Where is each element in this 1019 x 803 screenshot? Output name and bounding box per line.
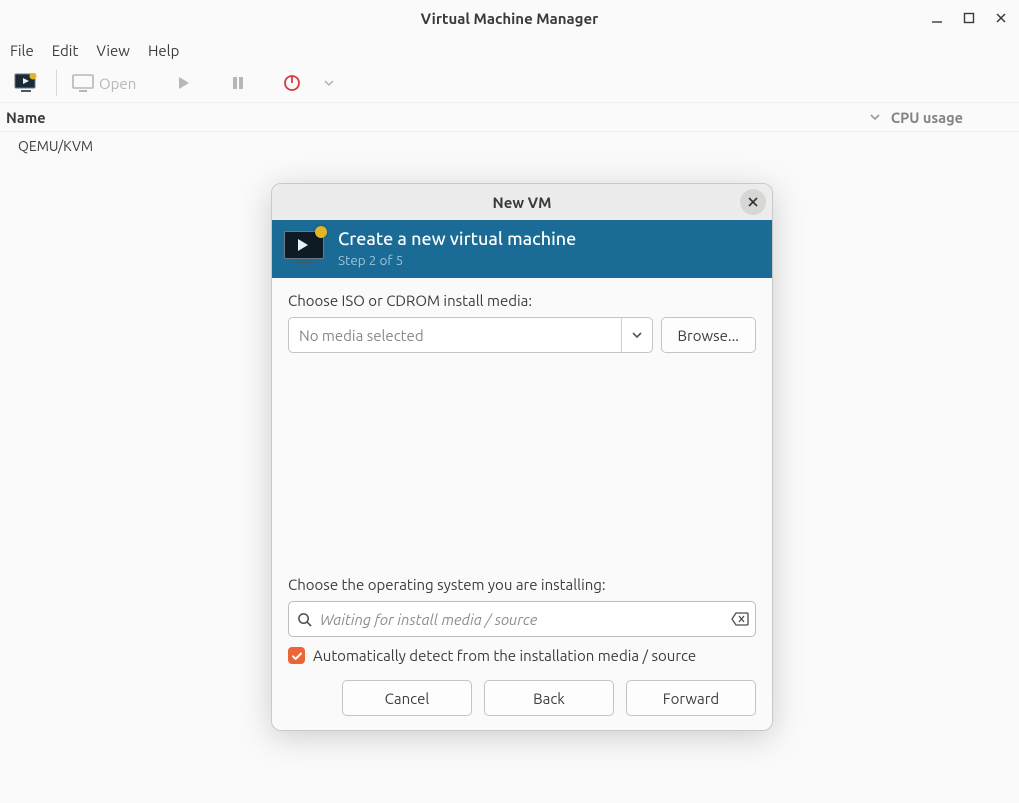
media-combo-arrow[interactable] bbox=[621, 318, 652, 352]
run-button[interactable] bbox=[164, 68, 204, 98]
window-title: Virtual Machine Manager bbox=[421, 10, 599, 27]
banner-step: Step 2 of 5 bbox=[338, 252, 576, 268]
titlebar: Virtual Machine Manager bbox=[0, 0, 1019, 36]
close-icon bbox=[747, 196, 759, 208]
check-icon bbox=[291, 650, 303, 662]
column-header-name[interactable]: Name bbox=[6, 109, 869, 126]
menubar: File Edit View Help bbox=[0, 36, 1019, 64]
browse-button[interactable]: Browse... bbox=[661, 317, 756, 353]
vm-list-header: Name CPU usage bbox=[0, 102, 1019, 132]
backspace-clear-icon[interactable] bbox=[731, 612, 749, 626]
toolbar: Open bbox=[0, 64, 1019, 102]
os-search[interactable] bbox=[288, 601, 756, 637]
minimize-button[interactable] bbox=[923, 4, 951, 32]
maximize-button[interactable] bbox=[955, 4, 983, 32]
open-vm-button[interactable]: Open bbox=[67, 68, 140, 98]
connection-row[interactable]: QEMU/KVM bbox=[0, 132, 1019, 160]
close-button[interactable] bbox=[987, 4, 1015, 32]
menu-edit[interactable]: Edit bbox=[52, 42, 79, 59]
column-header-cpu-label: CPU usage bbox=[891, 109, 963, 126]
window-controls bbox=[923, 0, 1015, 36]
back-button[interactable]: Back bbox=[484, 680, 614, 716]
menu-help[interactable]: Help bbox=[148, 42, 179, 59]
dialog-title: New VM bbox=[493, 194, 552, 211]
chevron-down-icon bbox=[869, 111, 881, 123]
banner-title: Create a new virtual machine bbox=[338, 230, 576, 250]
menu-file[interactable]: File bbox=[10, 42, 34, 59]
toolbar-separator bbox=[56, 70, 57, 96]
open-label: Open bbox=[99, 75, 136, 92]
vm-icon bbox=[284, 231, 324, 267]
forward-button[interactable]: Forward bbox=[626, 680, 756, 716]
new-vm-button[interactable] bbox=[6, 68, 46, 98]
autodetect-label: Automatically detect from the installati… bbox=[313, 647, 696, 664]
autodetect-checkbox[interactable] bbox=[288, 647, 305, 664]
shutdown-button[interactable] bbox=[272, 68, 312, 98]
os-search-input[interactable] bbox=[318, 610, 725, 629]
dialog-buttons: Cancel Back Forward bbox=[272, 670, 772, 730]
media-combo[interactable]: No media selected bbox=[288, 317, 653, 353]
chevron-down-icon bbox=[632, 330, 642, 340]
virt-manager-window: Virtual Machine Manager File Edit View H… bbox=[0, 0, 1019, 803]
dialog-body: Choose ISO or CDROM install media: No me… bbox=[272, 278, 772, 670]
os-label: Choose the operating system you are inst… bbox=[288, 576, 756, 593]
media-label: Choose ISO or CDROM install media: bbox=[288, 292, 756, 309]
new-vm-dialog: New VM Create a new virtual machine Step… bbox=[271, 183, 773, 731]
dialog-close-button[interactable] bbox=[740, 189, 766, 215]
cancel-button[interactable]: Cancel bbox=[342, 680, 472, 716]
autodetect-row[interactable]: Automatically detect from the installati… bbox=[288, 647, 756, 664]
shutdown-menu-button[interactable] bbox=[314, 68, 344, 98]
pause-button[interactable] bbox=[218, 68, 258, 98]
menu-view[interactable]: View bbox=[96, 42, 130, 59]
search-icon bbox=[297, 612, 312, 627]
media-combo-text: No media selected bbox=[289, 318, 621, 352]
dialog-titlebar: New VM bbox=[272, 184, 772, 220]
dialog-banner: Create a new virtual machine Step 2 of 5 bbox=[272, 220, 772, 278]
column-header-cpu[interactable]: CPU usage bbox=[869, 109, 1013, 126]
